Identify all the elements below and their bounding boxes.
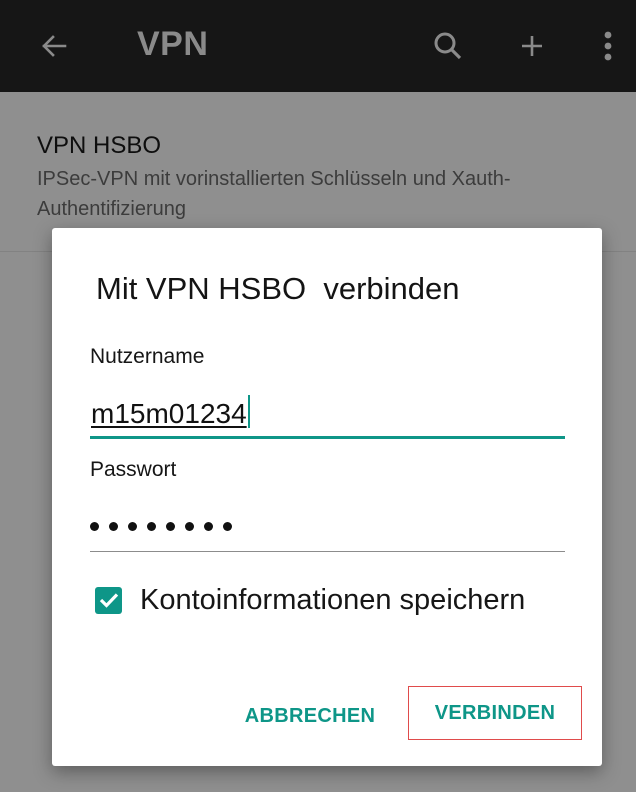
password-dot [90,522,99,531]
app-bar: VPN [0,0,636,92]
save-account-row[interactable]: Kontoinformationen speichern [95,580,525,620]
password-dot [166,522,175,531]
back-button[interactable] [34,0,74,92]
save-account-checkbox[interactable] [95,586,122,614]
password-label: Passwort [90,458,177,481]
password-dot [109,522,118,531]
password-mask [90,522,232,531]
password-dot [204,522,213,531]
text-cursor [247,395,250,428]
more-vertical-icon [604,31,612,61]
page-title: VPN [137,25,209,63]
checkmark-icon [99,593,118,608]
vpn-description: IPSec-VPN mit vorinstallierten Schlüssel… [37,168,511,220]
password-field[interactable] [90,508,565,552]
username-value: m15m01234 [91,395,250,430]
save-account-label: Kontoinformationen speichern [140,583,526,616]
connect-dialog: Mit VPN HSBO verbinden Nutzername m15m01… [52,228,602,766]
more-options-button[interactable] [596,0,620,92]
vpn-name: VPN HSBO [37,132,162,159]
password-dot [223,522,232,531]
search-button[interactable] [428,0,468,92]
connect-button[interactable]: VERBINDEN [408,686,582,740]
password-dot [185,522,194,531]
password-dot [128,522,137,531]
plus-icon [522,36,542,56]
arrow-left-icon [42,35,67,57]
cancel-button[interactable]: ABBRECHEN [229,692,391,740]
username-label: Nutzername [90,345,205,368]
username-field[interactable]: m15m01234 [90,393,565,439]
username-text: m15m01234 [91,398,247,429]
dialog-title: Mit VPN HSBO verbinden [96,271,460,306]
password-dot [147,522,156,531]
search-icon [434,32,462,60]
add-vpn-button[interactable] [512,0,552,92]
